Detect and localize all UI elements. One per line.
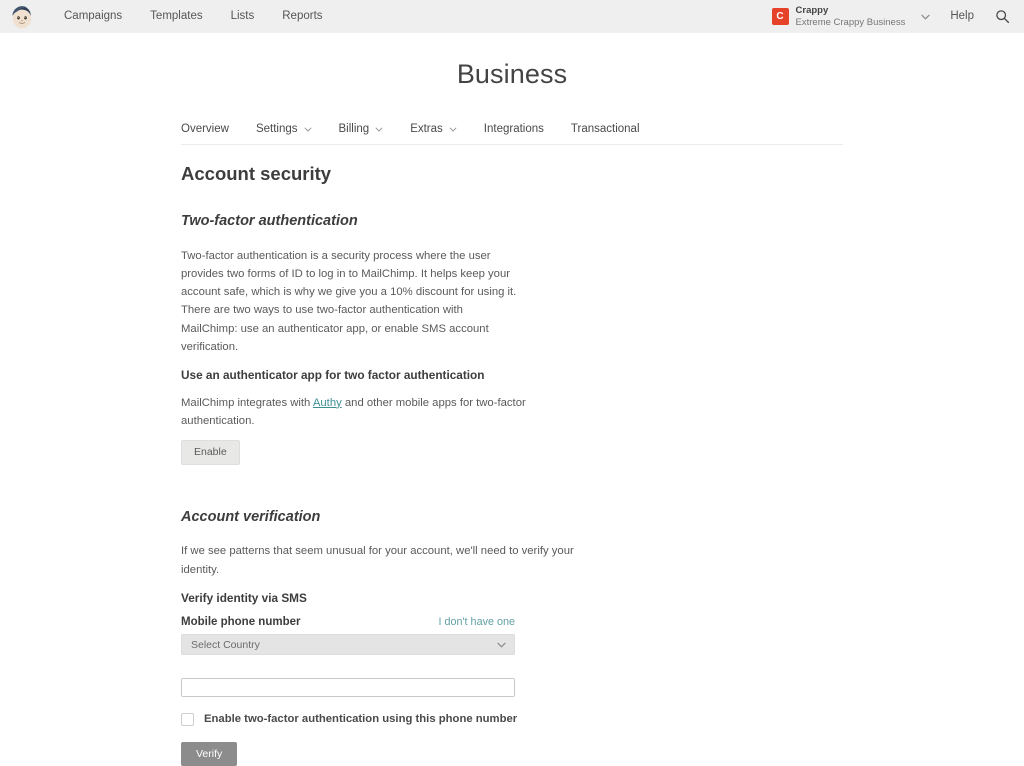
tab-extras[interactable]: Extras [410,123,457,135]
topbar-right-cluster: C Crappy Extreme Crappy Business Help [771,0,1014,33]
no-phone-link[interactable]: I don't have one [438,616,515,628]
country-select-value: Select Country [191,638,260,651]
phone-field-label-row: Mobile phone number I don't have one [181,616,515,628]
tab-settings[interactable]: Settings [256,123,312,135]
account-menu[interactable]: C Crappy Extreme Crappy Business [771,5,937,28]
verify-button[interactable]: Verify [181,741,238,766]
two-factor-heading: Two-factor authentication [181,213,358,230]
nav-item-templates[interactable]: Templates [136,0,216,33]
account-names: Crappy Extreme Crappy Business [796,5,906,27]
account-verification-description: If we see patterns that seem unusual for… [181,545,574,576]
search-icon[interactable] [990,5,1014,29]
account-verification-heading: Account verification [181,508,321,525]
tab-integrations[interactable]: Integrations [484,123,544,135]
enable-2fa-checkbox-label[interactable]: Enable two-factor authentication using t… [204,713,517,725]
chevron-down-icon [375,127,383,132]
page-section-title: Account security [181,163,332,184]
tab-label: Billing [338,123,370,135]
account-business-name: Extreme Crappy Business [795,16,906,28]
enable-2fa-checkbox[interactable] [181,712,194,726]
authy-link[interactable]: Authy [313,397,342,409]
top-navigation-bar: Campaigns Templates Lists Reports C Crap… [0,0,1024,33]
chevron-down-icon [497,642,506,648]
phone-number-input[interactable] [181,677,515,697]
help-link[interactable]: Help [936,0,988,33]
tab-overview[interactable]: Overview [181,123,229,135]
account-tabs: Overview Settings Billing Extras Integra… [181,123,843,145]
tab-label: Extras [410,123,443,135]
tab-billing[interactable]: Billing [339,123,384,135]
page-container: Business Overview Settings Billing Extra… [0,33,1024,766]
mailchimp-logo-icon[interactable] [8,3,36,31]
enable-authenticator-button[interactable]: Enable [181,440,240,465]
enable-2fa-checkbox-row: Enable two-factor authentication using t… [181,712,843,726]
authenticator-app-heading: Use an authenticator app for two factor … [181,368,485,383]
tab-label: Overview [181,123,229,135]
country-select[interactable]: Select Country [181,634,515,656]
tab-transactional[interactable]: Transactional [571,123,640,135]
primary-nav: Campaigns Templates Lists Reports [50,0,337,33]
tab-label: Transactional [570,123,640,135]
chevron-down-icon [449,127,457,132]
page-title: Business [456,59,568,89]
nav-item-reports[interactable]: Reports [268,0,336,33]
tab-label: Integrations [483,123,544,135]
authenticator-app-description: MailChimp integrates with Authy and othe… [181,394,581,431]
tabs-container: Overview Settings Billing Extras Integra… [181,90,843,145]
tab-label: Settings [255,123,298,135]
nav-item-lists[interactable]: Lists [217,0,269,33]
account-badge: C [771,8,789,25]
phone-number-label: Mobile phone number [181,616,301,629]
two-factor-description: Two-factor authentication is a security … [181,249,517,354]
sms-verification-heading: Verify identity via SMS [181,590,307,605]
chevron-down-icon [921,14,930,20]
chevron-down-icon [304,127,312,132]
authy-text-before: MailChimp integrates with [181,396,313,409]
main-content: Account security Two-factor authenticati… [181,145,843,766]
nav-item-campaigns[interactable]: Campaigns [50,0,136,33]
account-name: Crappy [795,5,829,17]
